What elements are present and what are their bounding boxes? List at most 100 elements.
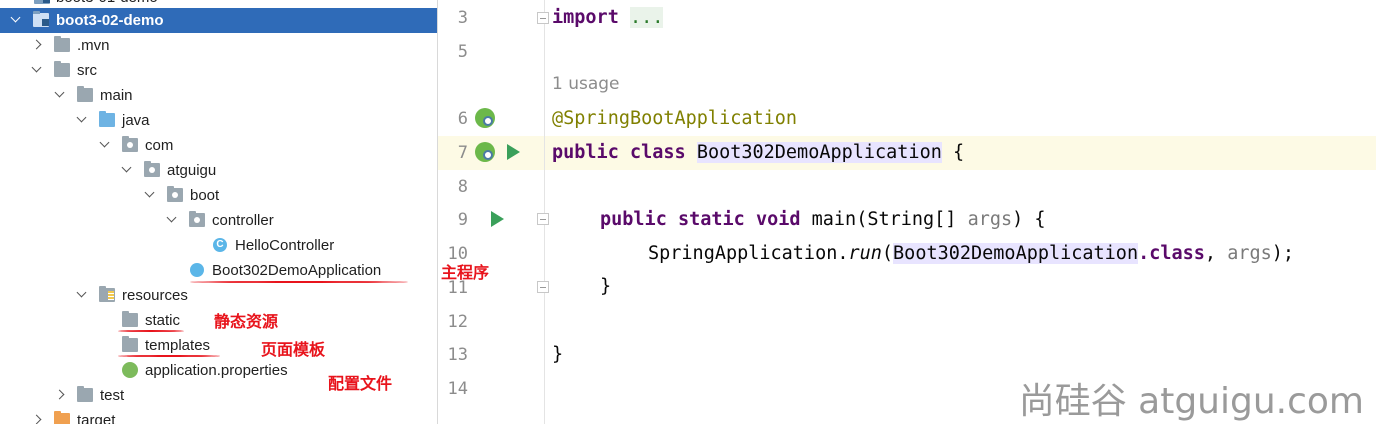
folder-icon [54, 61, 70, 77]
line-number: 3 [457, 8, 468, 28]
code-line-import[interactable]: import ... [552, 7, 664, 28]
tree-item-label: Boot302DemoApplication [212, 262, 382, 279]
line-number: 12 [447, 312, 468, 332]
keyword-token: public [600, 209, 667, 230]
package-icon [122, 136, 138, 152]
spring-bean-icon[interactable] [475, 142, 495, 162]
tree-item-boot302demoapplication[interactable]: Boot302DemoApplication [0, 258, 437, 283]
tree-item-label: .mvn [77, 37, 110, 54]
tree-item-label: boot [190, 187, 220, 204]
red-underline [118, 355, 220, 357]
tree-item-src[interactable]: src [0, 58, 437, 83]
source-folder-icon [99, 111, 115, 127]
chevron-down-icon[interactable] [100, 140, 110, 150]
package-icon [189, 211, 205, 227]
line-number: 13 [447, 345, 468, 365]
chevron-down-icon[interactable] [32, 65, 42, 75]
tree-item-label: boot3-02-demo [56, 12, 164, 29]
tree-item-label: HelloController [235, 237, 335, 254]
watermark: 尚硅谷 atguigu.com [1018, 381, 1364, 422]
resources-folder-icon [99, 286, 115, 302]
tree-item-label: test [100, 387, 125, 404]
keyword-token: import [552, 7, 619, 28]
chevron-right-icon[interactable] [32, 40, 42, 50]
spring-bean-icon[interactable] [475, 108, 495, 128]
code-line-run-call[interactable]: SpringApplication.run(Boot302DemoApplica… [648, 243, 1294, 264]
run-icon[interactable] [507, 144, 520, 160]
tree-item-label: atguigu [167, 162, 217, 179]
tree-item-label: controller [212, 212, 274, 229]
class-icon: C [213, 238, 227, 252]
usage-hint[interactable]: 1 usage [552, 74, 620, 94]
folder-icon [122, 336, 138, 352]
method-signature-token: main(String[] [811, 209, 968, 230]
method-token: run [848, 243, 882, 264]
chevron-down-icon[interactable] [122, 165, 132, 175]
tree-item-target[interactable]: target [0, 408, 437, 424]
keyword-token: .class [1138, 243, 1205, 264]
brace-token: ) { [1012, 209, 1046, 230]
tree-item-label: boot3-01-demo [56, 0, 158, 6]
folder-icon [77, 86, 93, 102]
line-number: 8 [457, 177, 468, 197]
tree-item-controller[interactable]: controller [0, 208, 437, 233]
chevron-right-icon[interactable] [32, 415, 42, 424]
tree-item-label: com [145, 137, 174, 154]
keyword-token: void [755, 209, 801, 230]
red-underline [118, 330, 184, 332]
folded-imports[interactable]: ... [629, 7, 664, 28]
tree-item-boot3-02-demo[interactable]: boot3-02-demo [0, 8, 437, 33]
tree-item-templates[interactable]: templates [0, 333, 437, 358]
folder-icon [54, 36, 70, 52]
class-ref-token: SpringApplication. [648, 243, 849, 264]
chevron-down-icon[interactable] [145, 190, 155, 200]
line-number: 14 [447, 379, 468, 399]
code-line-class-decl[interactable]: public class Boot302DemoApplication { [552, 142, 964, 163]
chevron-down-icon[interactable] [77, 290, 87, 300]
comma-token: , [1204, 243, 1228, 264]
chevron-down-icon[interactable] [167, 215, 177, 225]
tree-item-label: application.properties [145, 362, 288, 379]
code-line-class-close[interactable]: } [552, 344, 563, 365]
tree-item-boot[interactable]: boot [0, 183, 437, 208]
code-line-method-close[interactable]: } [600, 276, 611, 297]
fold-toggle-icon[interactable] [537, 213, 549, 225]
package-icon [167, 186, 183, 202]
tree-item-hellocontroller[interactable]: C HelloController [0, 233, 437, 258]
folder-icon [122, 311, 138, 327]
chevron-down-icon[interactable] [11, 15, 21, 25]
tree-item-mvn[interactable]: .mvn [0, 33, 437, 58]
tree-item-label: java [122, 112, 150, 129]
code-line-main-method[interactable]: public static void main(String[] args) { [600, 209, 1046, 230]
tree-item-label: templates [145, 337, 211, 354]
tree-item-resources[interactable]: resources [0, 283, 437, 308]
module-folder-icon [34, 0, 50, 4]
tree-item-java[interactable]: java [0, 108, 437, 133]
tree-item-label: src [77, 62, 97, 79]
tree-item-label: resources [122, 287, 188, 304]
properties-file-icon [122, 362, 138, 378]
code-line-annotation[interactable]: @SpringBootApplication [552, 108, 797, 129]
annotation-config-file: 配置文件 [328, 374, 393, 393]
chevron-down-icon[interactable] [55, 90, 65, 100]
fold-toggle-icon[interactable] [537, 12, 549, 24]
brace-token: { [953, 142, 965, 163]
tree-item-atguigu[interactable]: atguigu [0, 158, 437, 183]
keyword-token: class [629, 142, 686, 163]
line-number: 9 [457, 210, 468, 230]
param-token: args [967, 209, 1013, 230]
chevron-right-icon[interactable] [55, 390, 65, 400]
keyword-token: public [552, 142, 619, 163]
line-number: 6 [457, 109, 468, 129]
tree-item-label: main [100, 87, 133, 104]
folder-icon [77, 386, 93, 402]
tree-item-label: target [77, 412, 116, 424]
chevron-down-icon[interactable] [77, 115, 87, 125]
package-icon [144, 161, 160, 177]
fold-toggle-icon[interactable] [537, 281, 549, 293]
tree-item-main[interactable]: main [0, 83, 437, 108]
tree-item-label: static [145, 312, 181, 329]
tree-item-com[interactable]: com [0, 133, 437, 158]
paren-token: ); [1271, 243, 1295, 264]
run-icon[interactable] [491, 211, 504, 227]
